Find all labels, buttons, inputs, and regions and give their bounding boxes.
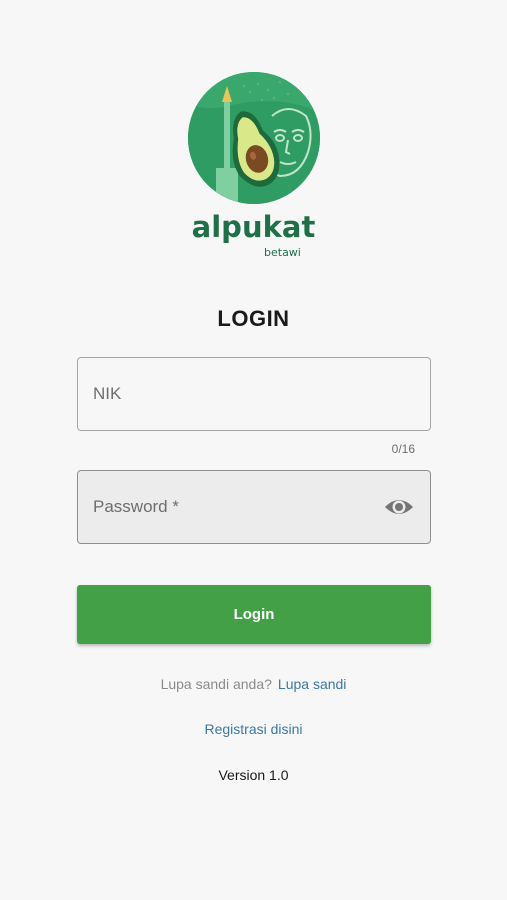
- login-button[interactable]: Login: [77, 585, 431, 644]
- register-row: Registrasi disini: [0, 721, 507, 737]
- forgot-password-link[interactable]: Lupa sandi: [278, 676, 347, 692]
- password-input[interactable]: [93, 471, 373, 543]
- password-field[interactable]: [77, 470, 431, 544]
- version-label: Version 1.0: [218, 767, 289, 783]
- nik-field[interactable]: [77, 357, 431, 431]
- nik-character-counter: 0/16: [391, 442, 415, 456]
- brand-subtitle: betawi: [264, 246, 301, 259]
- forgot-password-row: Lupa sandi anda? Lupa sandi: [0, 676, 507, 692]
- app-logo: alpukat betawi: [0, 72, 507, 262]
- nik-input[interactable]: [93, 358, 373, 430]
- eye-icon[interactable]: [384, 495, 414, 519]
- brand-name: alpukat: [191, 210, 316, 244]
- forgot-password-question: Lupa sandi anda?: [160, 676, 272, 692]
- avocado-logo-icon: [188, 72, 320, 204]
- register-link[interactable]: Registrasi disini: [204, 721, 302, 737]
- page-title: LOGIN: [217, 306, 290, 331]
